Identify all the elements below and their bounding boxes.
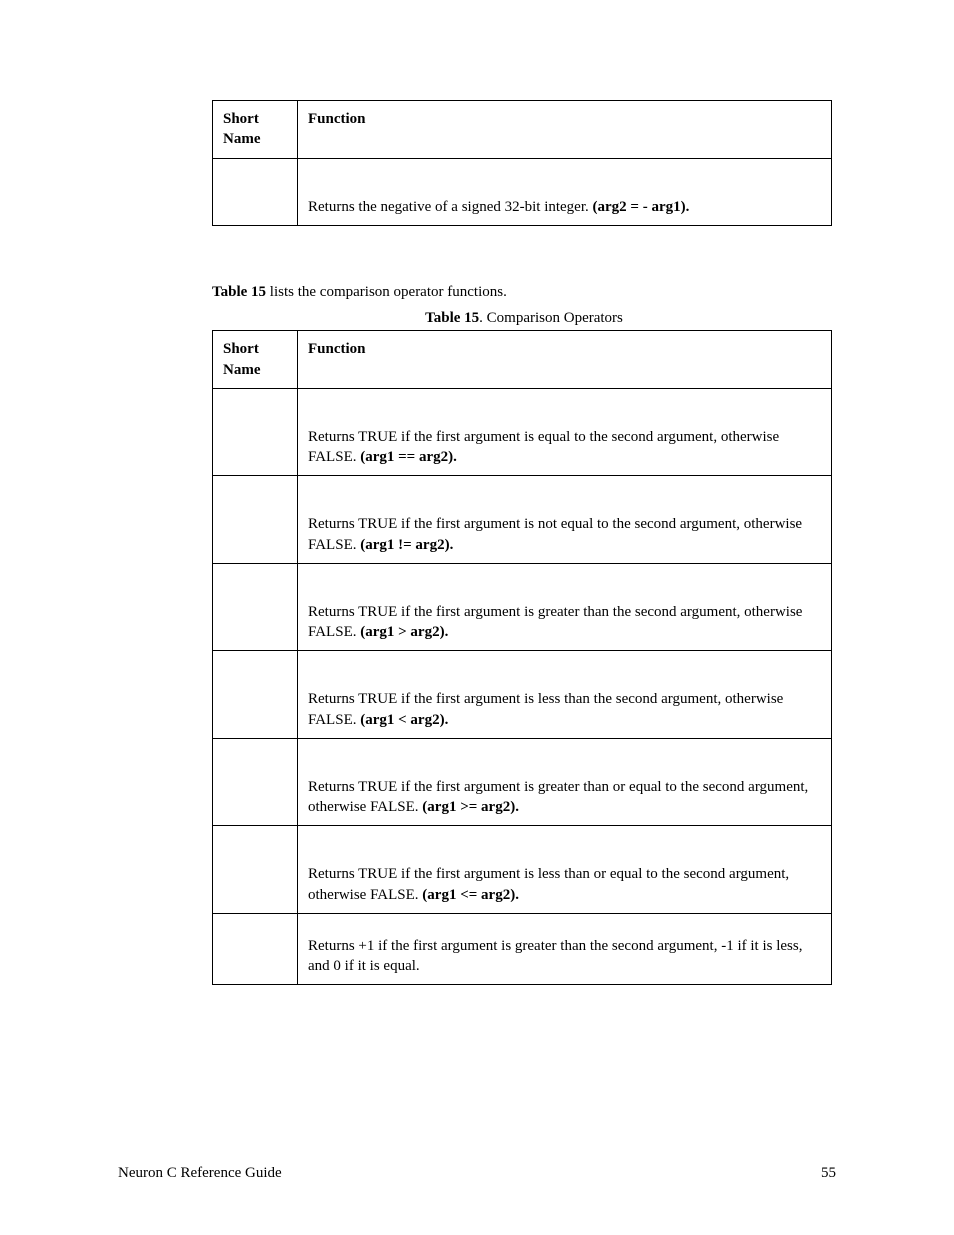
cell-function: Returns TRUE if the first argument is eq… bbox=[298, 388, 832, 476]
table-row: Returns +1 if the first argument is grea… bbox=[213, 913, 832, 985]
table-row: Returns TRUE if the first argument is le… bbox=[213, 826, 832, 914]
footer-title: Neuron C Reference Guide bbox=[118, 1163, 282, 1183]
cell-desc: Returns +1 if the first argument is grea… bbox=[308, 938, 802, 974]
cell-short bbox=[213, 388, 298, 476]
cell-function: Returns the negative of a signed 32-bit … bbox=[298, 158, 832, 225]
caption-lead: Table 15 bbox=[425, 310, 479, 326]
table-row: Returns the negative of a signed 32-bit … bbox=[213, 158, 832, 225]
cell-short bbox=[213, 158, 298, 225]
cell-short bbox=[213, 826, 298, 914]
cell-desc: Returns TRUE if the first argument is gr… bbox=[308, 779, 808, 815]
cell-short bbox=[213, 563, 298, 651]
col-header-function: Function bbox=[298, 101, 832, 159]
cell-function: Returns TRUE if the first argument is le… bbox=[298, 651, 832, 739]
table-row: Returns TRUE if the first argument is eq… bbox=[213, 388, 832, 476]
cell-function: Returns TRUE if the first argument is no… bbox=[298, 476, 832, 564]
cell-expr: (arg1 <= arg2) bbox=[422, 887, 515, 903]
table-header-row: Short Name Function bbox=[213, 101, 832, 159]
footer-page-number: 55 bbox=[821, 1163, 836, 1183]
cell-short bbox=[213, 476, 298, 564]
cell-function: Returns TRUE if the first argument is gr… bbox=[298, 563, 832, 651]
table-continuation: Short Name Function Returns the negative… bbox=[212, 100, 832, 226]
cell-function: Returns +1 if the first argument is grea… bbox=[298, 913, 832, 985]
table-row: Returns TRUE if the first argument is le… bbox=[213, 651, 832, 739]
cell-short bbox=[213, 651, 298, 739]
table-row: Returns TRUE if the first argument is gr… bbox=[213, 738, 832, 826]
cell-expr: (arg2 = - arg1) bbox=[593, 199, 686, 215]
cell-expr: (arg1 > arg2) bbox=[360, 624, 444, 640]
caption-rest: . Comparison Operators bbox=[479, 310, 623, 326]
cell-expr: (arg1 == arg2) bbox=[360, 449, 453, 465]
table-comparison-operators: Short Name Function Returns TRUE if the … bbox=[212, 330, 832, 985]
col-header-function: Function bbox=[298, 331, 832, 389]
cell-function: Returns TRUE if the first argument is gr… bbox=[298, 738, 832, 826]
intro-rest: lists the comparison operator functions. bbox=[266, 284, 507, 300]
cell-desc: Returns the negative of a signed 32-bit … bbox=[308, 199, 593, 215]
table-row: Returns TRUE if the first argument is gr… bbox=[213, 563, 832, 651]
table-caption: Table 15. Comparison Operators bbox=[212, 308, 836, 328]
cell-short bbox=[213, 913, 298, 985]
intro-paragraph: Table 15 lists the comparison operator f… bbox=[212, 282, 836, 302]
cell-expr: (arg1 < arg2) bbox=[360, 712, 444, 728]
cell-expr: (arg1 != arg2) bbox=[360, 537, 449, 553]
cell-desc: Returns TRUE if the first argument is le… bbox=[308, 866, 789, 902]
table-row: Returns TRUE if the first argument is no… bbox=[213, 476, 832, 564]
cell-short bbox=[213, 738, 298, 826]
intro-lead: Table 15 bbox=[212, 284, 266, 300]
col-header-short: Short Name bbox=[213, 331, 298, 389]
page-footer: Neuron C Reference Guide 55 bbox=[118, 1163, 836, 1183]
cell-function: Returns TRUE if the first argument is le… bbox=[298, 826, 832, 914]
col-header-short: Short Name bbox=[213, 101, 298, 159]
table-header-row: Short Name Function bbox=[213, 331, 832, 389]
cell-expr: (arg1 >= arg2) bbox=[422, 799, 515, 815]
